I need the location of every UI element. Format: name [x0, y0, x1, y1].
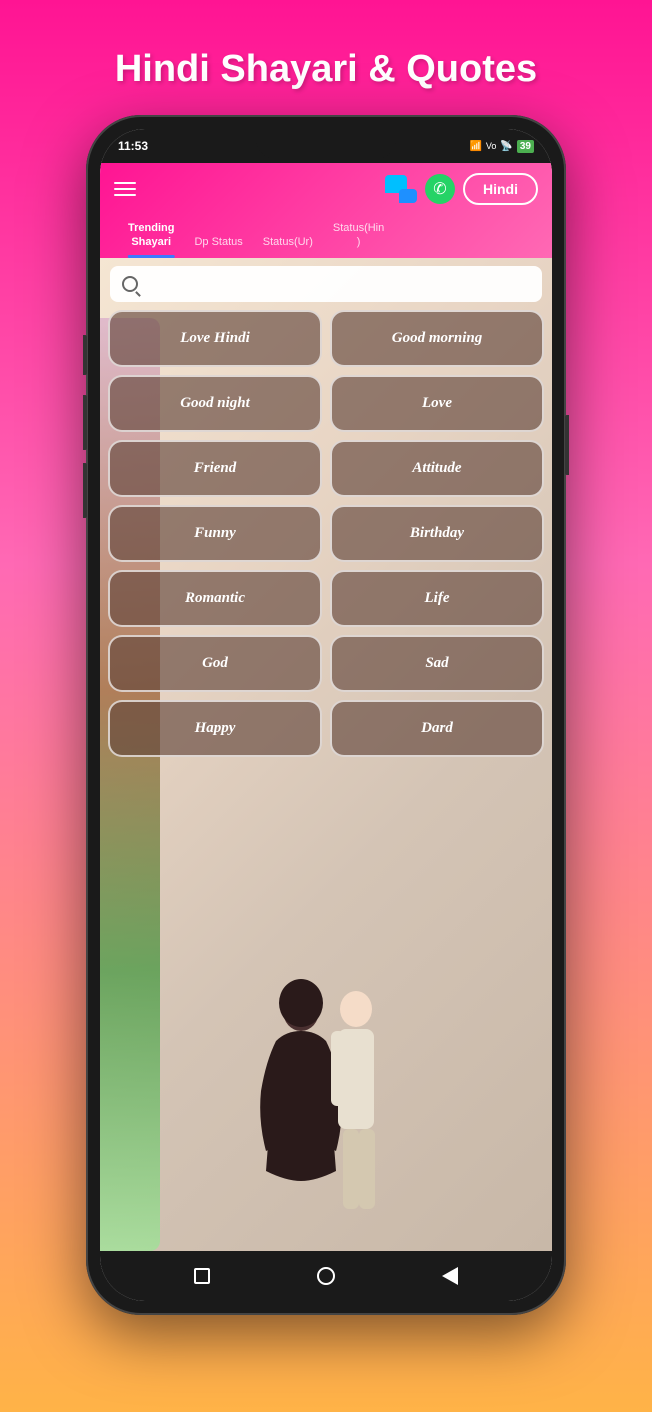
- menu-line-3: [114, 194, 136, 196]
- battery-badge: 39: [517, 140, 534, 153]
- menu-button[interactable]: [114, 182, 136, 196]
- triangle-icon: [442, 1267, 458, 1285]
- chat-bubble-2: [399, 189, 417, 203]
- category-good-morning[interactable]: Good morning: [330, 310, 544, 367]
- bottom-nav: [100, 1251, 552, 1301]
- tab-dp-status[interactable]: Dp Status: [184, 229, 252, 257]
- tab-bar: Trending Shayari Dp Status Status(Ur) St…: [114, 215, 538, 258]
- notch: [256, 129, 396, 159]
- volume-down-button: [83, 395, 87, 450]
- square-icon: [194, 1268, 210, 1284]
- category-god[interactable]: God: [108, 635, 322, 692]
- category-funny[interactable]: Funny: [108, 505, 322, 562]
- phone-frame: 11:53 📶 Vo 📡 39: [86, 115, 566, 1315]
- content-area: Love Hindi Good morning Good night Love …: [100, 258, 552, 1251]
- status-time: 11:53: [118, 139, 148, 153]
- category-friend[interactable]: Friend: [108, 440, 322, 497]
- header-top: ✆ Hindi: [114, 173, 538, 205]
- category-love-hindi[interactable]: Love Hindi: [108, 310, 322, 367]
- hindi-button[interactable]: Hindi: [463, 173, 538, 205]
- couple-silhouette: [246, 971, 406, 1251]
- menu-line-2: [114, 188, 136, 190]
- silent-button: [83, 463, 87, 518]
- chat-icon[interactable]: [385, 175, 417, 203]
- category-good-night[interactable]: Good night: [108, 375, 322, 432]
- status-bar: 11:53 📶 Vo 📡 39: [100, 129, 552, 163]
- power-button: [565, 415, 569, 475]
- whatsapp-icon[interactable]: ✆: [425, 174, 455, 204]
- volume-up-button: [83, 335, 87, 375]
- nav-back-button[interactable]: [438, 1264, 462, 1288]
- category-love[interactable]: Love: [330, 375, 544, 432]
- status-icons: 📶 Vo 📡 39: [469, 140, 534, 153]
- wifi-icon: 📡: [500, 141, 512, 152]
- search-bar[interactable]: [110, 266, 542, 302]
- header-icons: ✆ Hindi: [385, 173, 538, 205]
- tab-trending-shayari[interactable]: Trending Shayari: [118, 215, 184, 258]
- phone-screen: 11:53 📶 Vo 📡 39: [100, 129, 552, 1301]
- category-dard[interactable]: Dard: [330, 700, 544, 757]
- category-grid: Love Hindi Good morning Good night Love …: [108, 310, 544, 757]
- vo-label: Vo: [486, 141, 497, 151]
- nav-home-button[interactable]: [314, 1264, 338, 1288]
- category-attitude[interactable]: Attitude: [330, 440, 544, 497]
- category-romantic[interactable]: Romantic: [108, 570, 322, 627]
- search-input[interactable]: [146, 276, 530, 291]
- signal-icon: 📶: [469, 141, 481, 152]
- menu-line-1: [114, 182, 136, 184]
- whatsapp-symbol: ✆: [433, 179, 446, 199]
- search-icon: [122, 276, 138, 292]
- nav-square-button[interactable]: [190, 1264, 214, 1288]
- category-birthday[interactable]: Birthday: [330, 505, 544, 562]
- category-sad[interactable]: Sad: [330, 635, 544, 692]
- page-title: Hindi Shayari & Quotes: [115, 48, 537, 91]
- category-life[interactable]: Life: [330, 570, 544, 627]
- tab-status-hin[interactable]: Status(Hin ): [323, 215, 394, 258]
- app-header: ✆ Hindi Trending Shayari Dp Status Statu…: [100, 163, 552, 258]
- tab-status-ur[interactable]: Status(Ur): [253, 229, 323, 257]
- circle-icon: [317, 1267, 335, 1285]
- category-happy[interactable]: Happy: [108, 700, 322, 757]
